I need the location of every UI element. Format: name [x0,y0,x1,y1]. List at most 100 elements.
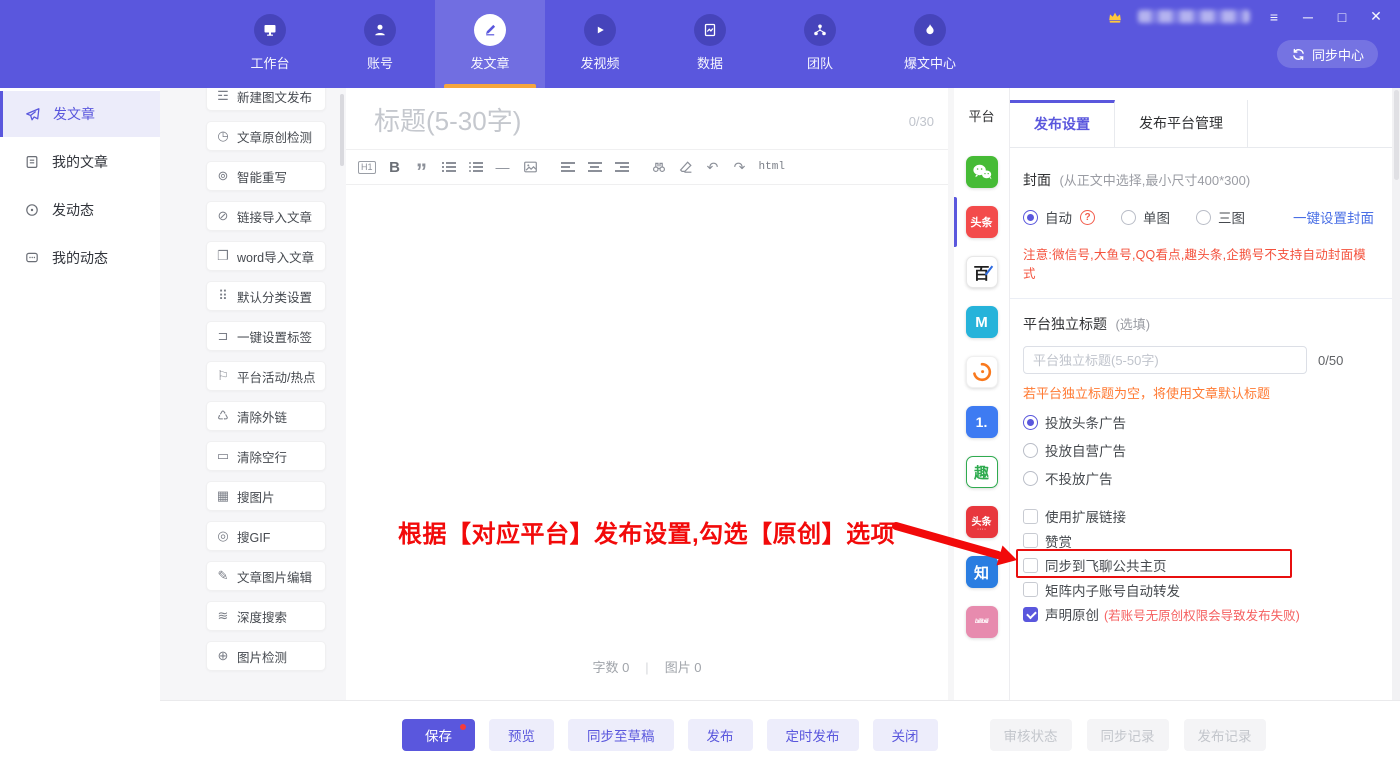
menu-button[interactable]: ≡ [1264,9,1284,25]
radio-selected[interactable] [1023,415,1038,430]
panel-scrollbar[interactable] [1392,88,1400,700]
tool-button-1[interactable]: ☲新建图文发布 [206,88,326,111]
footer-button-6[interactable]: 关闭 [873,719,938,751]
footer-secondary-button-1[interactable]: 审核状态 [990,719,1072,751]
align-center-icon[interactable] [587,157,603,177]
image-icon[interactable] [522,157,539,177]
panel-scrollbar-thumb[interactable] [1394,90,1399,180]
footer-secondary-button-2[interactable]: 同步记录 [1087,719,1169,751]
topnav-item-2[interactable]: 账号 [325,0,435,88]
tab-platform-management[interactable]: 发布平台管理 [1115,100,1248,147]
yidianzixun-icon[interactable]: 1. [966,406,998,438]
toutiao-icon[interactable]: 头条 [966,206,998,238]
one-click-cover-link[interactable]: 一键设置封面 [1293,207,1374,227]
independent-title-label: 平台独立标题 [1023,316,1107,332]
topnav-item-1[interactable]: 工作台 [215,0,325,88]
radio-selected[interactable] [1023,210,1038,225]
new-article-icon: ☲ [216,88,230,104]
tool-button-10[interactable]: ▭清除空行 [206,441,326,471]
heading-icon[interactable]: H1 [358,161,376,174]
align-right-icon[interactable] [614,157,630,177]
editor-content-area[interactable] [346,185,948,657]
publish-option-4[interactable]: 矩阵内子账号自动转发 [1023,578,1378,603]
tool-button-9[interactable]: ♺清除外链 [206,401,326,431]
radio-unselected[interactable] [1196,210,1211,225]
align-left-icon[interactable] [560,157,576,177]
topnav-item-6[interactable]: 团队 [765,0,875,88]
sync-center-button[interactable]: 同步中心 [1277,40,1378,68]
radio-unselected[interactable] [1023,471,1038,486]
unordered-list-icon[interactable] [468,157,484,177]
ad-option-2[interactable]: 投放自营广告 [1023,438,1378,462]
checkbox-unchecked[interactable] [1023,582,1038,597]
undo-icon[interactable]: ↶ [705,157,721,177]
footer-secondary-button-3[interactable]: 发布记录 [1184,719,1266,751]
tool-button-11[interactable]: ▦搜图片 [206,481,326,511]
tool-button-14[interactable]: ≋深度搜索 [206,601,326,631]
html-source-icon[interactable]: html [759,157,785,177]
align-center-icon [588,162,602,172]
bold-icon[interactable]: B [387,157,403,177]
footer-button-2[interactable]: 预览 [489,719,554,751]
platform-m-icon[interactable]: M [966,306,998,338]
sidebar-item-4[interactable]: 我的动态 [0,235,160,281]
close-button[interactable]: ✕ [1366,8,1386,25]
tools-scrollbar[interactable] [340,94,344,166]
ad-option-1[interactable]: 投放头条广告 [1023,410,1378,434]
publish-option-1[interactable]: 使用扩展链接 [1023,504,1378,529]
publish-option-3[interactable]: 同步到飞聊公共主页 [1023,553,1378,578]
tool-button-2[interactable]: ◷文章原创检测 [206,121,326,151]
dayuhao-icon[interactable] [966,356,998,388]
publish-option-2[interactable]: 赞赏 [1023,529,1378,554]
redo-icon[interactable]: ↷ [732,157,748,177]
find-replace-icon[interactable] [651,157,667,177]
checkbox-unchecked[interactable] [1023,533,1038,548]
footer-button-4[interactable]: 发布 [688,719,753,751]
checkbox-checked[interactable] [1023,607,1038,622]
wechat-official-icon[interactable] [966,156,998,188]
tool-button-15[interactable]: ⊕图片检测 [206,641,326,671]
maximize-button[interactable]: □ [1332,9,1352,25]
sidebar-item-3[interactable]: 发动态 [0,187,160,233]
tool-button-3[interactable]: ⊚智能重写 [206,161,326,191]
tool-button-4[interactable]: ⊘链接导入文章 [206,201,326,231]
tool-button-5[interactable]: ❐word导入文章 [206,241,326,271]
cover-option-3[interactable]: 三图 [1196,207,1245,227]
sync-center-label: 同步中心 [1312,45,1364,64]
tool-button-8[interactable]: ⚐平台活动/热点 [206,361,326,391]
radio-unselected[interactable] [1121,210,1136,225]
tool-button-7[interactable]: ⊐一键设置标签 [206,321,326,351]
publish-option-5-declare-original[interactable]: 声明原创(若账号无原创权限会导致发布失败) [1023,602,1378,627]
footer-button-3[interactable]: 同步至草稿 [568,719,674,751]
baijiahao-icon[interactable]: 百 [966,256,998,288]
format-clear-icon[interactable] [678,157,694,177]
minimize-button[interactable]: ─ [1298,9,1318,25]
ad-option-3[interactable]: 不投放广告 [1023,466,1378,490]
help-icon[interactable]: ? [1080,210,1095,225]
topnav-item-3[interactable]: 发文章 [435,0,545,88]
tool-button-13[interactable]: ✎文章图片编辑 [206,561,326,591]
topnav-item-4[interactable]: 发视频 [545,0,655,88]
independent-title-input[interactable] [1023,346,1307,374]
tool-button-12[interactable]: ◎搜GIF [206,521,326,551]
blockquote-icon[interactable]: ” [414,157,430,177]
footer-button-1[interactable]: 保存 [402,719,475,751]
footer-button-5[interactable]: 定时发布 [767,719,859,751]
tool-button-6[interactable]: ⠿默认分类设置 [206,281,326,311]
topnav-item-5[interactable]: 数据 [655,0,765,88]
cover-option-1[interactable]: 自动? [1023,207,1095,227]
tab-publish-settings[interactable]: 发布设置 [1010,100,1115,147]
checkbox-unchecked[interactable] [1023,558,1038,573]
qutoutiao-icon[interactable]: 趣 [966,456,998,488]
sidebar-item-1[interactable]: 发文章 [0,91,160,137]
cover-option-2[interactable]: 单图 [1121,207,1170,227]
bilibili-icon[interactable]: bilibili [966,606,998,638]
horizontal-rule-icon[interactable]: — [495,157,511,177]
topnav-item-7[interactable]: 爆文中心 [875,0,985,88]
vip-crown-icon [1106,9,1124,25]
radio-unselected[interactable] [1023,443,1038,458]
ordered-list-icon[interactable] [441,157,457,177]
checkbox-unchecked[interactable] [1023,509,1038,524]
sidebar-item-2[interactable]: 我的文章 [0,139,160,185]
article-title-input[interactable] [374,106,899,137]
